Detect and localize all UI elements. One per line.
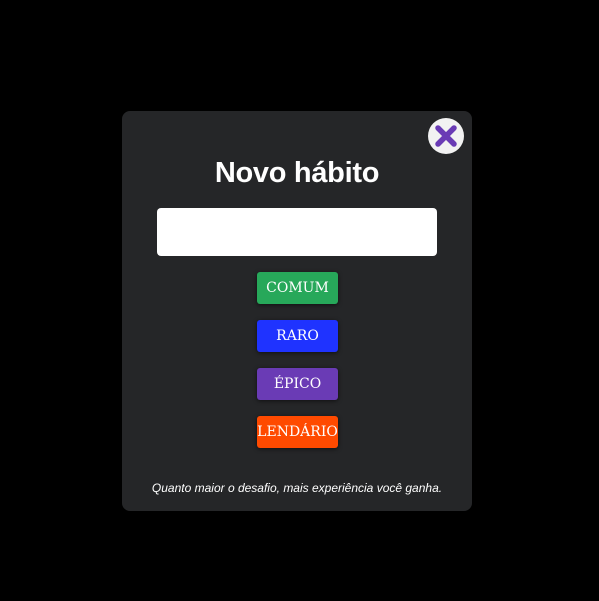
close-x-icon [433, 123, 459, 149]
habit-name-input[interactable] [157, 208, 437, 256]
rarity-rare-button[interactable]: RARO [257, 320, 338, 352]
modal-title: Novo hábito [214, 157, 380, 189]
modal-overlay[interactable]: Novo hábito COMUM RARO ÉPICO LENDÁRIO Qu… [0, 0, 599, 601]
close-button[interactable] [428, 118, 464, 154]
new-habit-modal: Novo hábito COMUM RARO ÉPICO LENDÁRIO Qu… [122, 111, 472, 511]
footer-hint: Quanto maior o desafio, mais experiência… [151, 481, 443, 495]
rarity-epic-button[interactable]: ÉPICO [257, 368, 338, 400]
rarity-legendary-button[interactable]: LENDÁRIO [257, 416, 338, 448]
rarity-common-button[interactable]: COMUM [257, 272, 338, 304]
